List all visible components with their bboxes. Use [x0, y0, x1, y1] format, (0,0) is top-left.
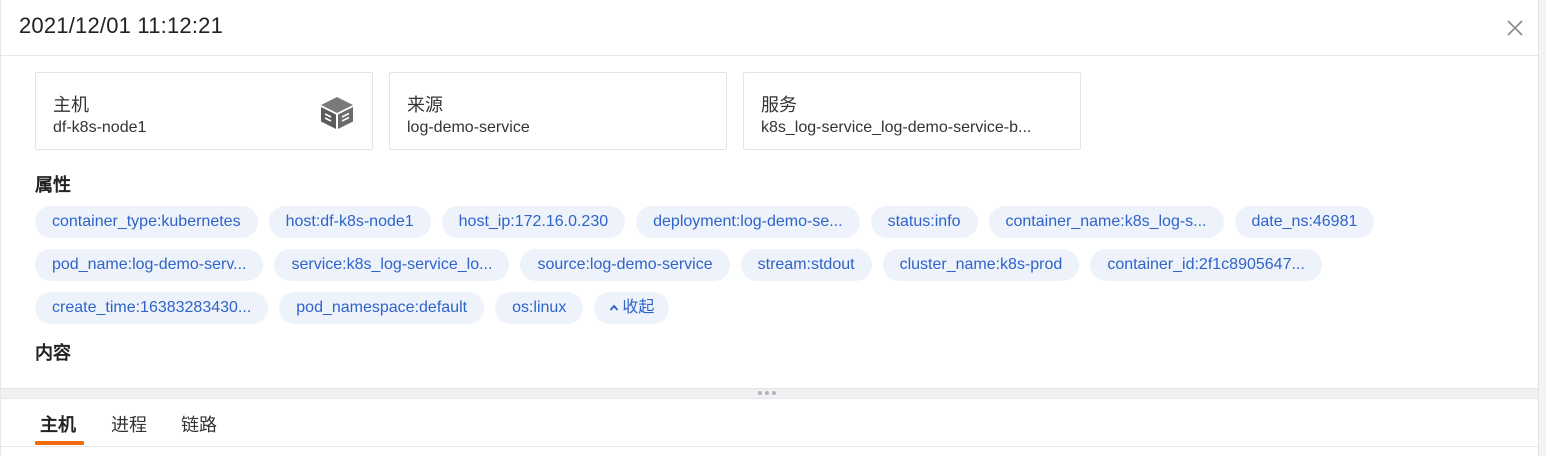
card-source-value: log-demo-service — [407, 119, 530, 136]
detail-tabs: 主机 进程 链路 — [1, 398, 1539, 447]
active-tab-indicator — [35, 441, 84, 445]
card-service-value: k8s_log-service_log-demo-service-b... — [761, 119, 1032, 136]
card-host-value: df-k8s-node1 — [53, 119, 147, 136]
log-detail-panel: 2021/12/01 11:12:21 主机 df-k8s-node1 来源 l… — [0, 0, 1539, 456]
scrollbar-track[interactable] — [1538, 0, 1546, 456]
attribute-tag[interactable]: host_ip:172.16.0.230 — [441, 206, 626, 238]
attribute-tag[interactable]: container_name:k8s_log-s... — [988, 206, 1224, 238]
attribute-tag[interactable]: stream:stdout — [740, 249, 872, 281]
panel-title: 2021/12/01 11:12:21 — [19, 13, 224, 38]
attribute-tags-row-3: create_time:16383283430... pod_namespace… — [35, 292, 670, 324]
attribute-tag[interactable]: container_id:2f1c8905647... — [1090, 249, 1322, 281]
attribute-tag[interactable]: date_ns:46981 — [1234, 206, 1375, 238]
attribute-tag[interactable]: pod_name:log-demo-serv... — [35, 249, 264, 281]
tab-host[interactable]: 主机 — [40, 411, 76, 437]
chevron-up-icon — [610, 304, 619, 311]
panel-header: 2021/12/01 11:12:21 — [1, 0, 1539, 56]
tab-trace[interactable]: 链路 — [181, 411, 217, 437]
attribute-tag[interactable]: os:linux — [495, 292, 584, 324]
host-cube-icon — [321, 97, 353, 129]
collapse-button[interactable]: 收起 — [594, 292, 670, 324]
card-source[interactable]: 来源 log-demo-service — [389, 72, 727, 150]
attributes-heading: 属性 — [35, 175, 71, 195]
attribute-tags-row-2: pod_name:log-demo-serv... service:k8s_lo… — [35, 249, 1322, 281]
drag-dots-icon — [758, 391, 776, 395]
attribute-tags-row-1: container_type:kubernetes host:df-k8s-no… — [35, 206, 1375, 238]
attribute-tag[interactable]: deployment:log-demo-se... — [636, 206, 860, 238]
card-service-label: 服务 — [761, 95, 797, 115]
attribute-tag[interactable]: source:log-demo-service — [520, 249, 730, 281]
tab-process[interactable]: 进程 — [111, 411, 147, 437]
collapse-label: 收起 — [622, 299, 655, 316]
card-service[interactable]: 服务 k8s_log-service_log-demo-service-b... — [743, 72, 1081, 150]
attribute-tag[interactable]: status:info — [870, 206, 978, 238]
attribute-tag[interactable]: host:df-k8s-node1 — [268, 206, 431, 238]
attribute-tag[interactable]: create_time:16383283430... — [35, 292, 269, 324]
close-icon[interactable] — [1504, 17, 1526, 39]
card-host-label: 主机 — [53, 95, 89, 115]
attribute-tag[interactable]: pod_namespace:default — [279, 292, 485, 324]
card-host[interactable]: 主机 df-k8s-node1 — [35, 72, 373, 150]
content-heading: 内容 — [35, 343, 71, 363]
attribute-tag[interactable]: cluster_name:k8s-prod — [882, 249, 1080, 281]
attribute-tag[interactable]: service:k8s_log-service_lo... — [274, 249, 510, 281]
attribute-tag[interactable]: container_type:kubernetes — [35, 206, 258, 238]
card-source-label: 来源 — [407, 95, 443, 115]
